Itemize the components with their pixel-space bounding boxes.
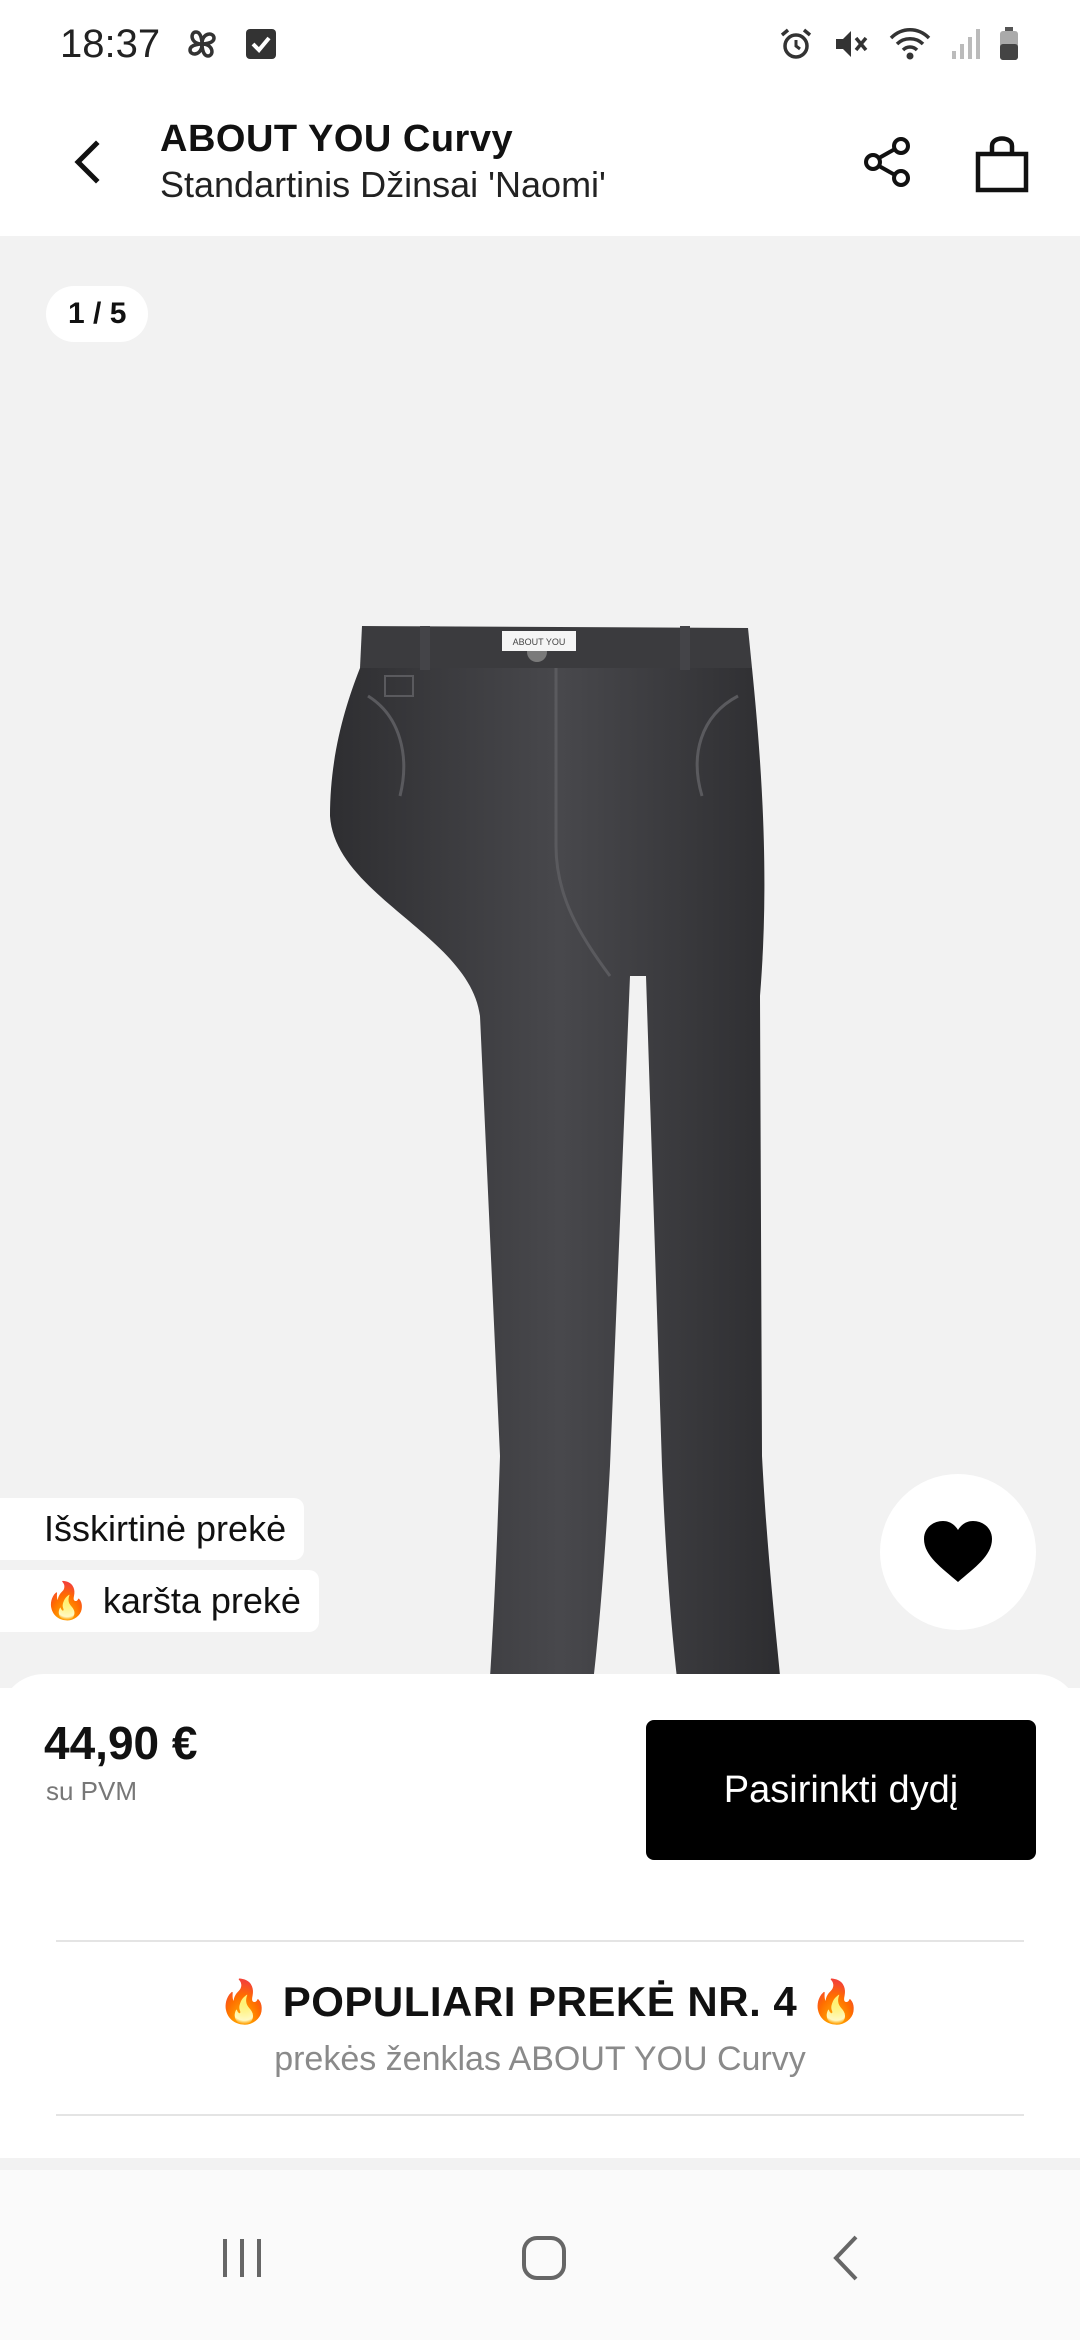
brand-link[interactable]: prekės ženklas ABOUT YOU Curvy <box>0 2040 1080 2079</box>
recents-button[interactable] <box>194 2210 290 2306</box>
status-time: 18:37 <box>60 21 161 66</box>
image-pager-badge: 1 / 5 <box>46 286 149 342</box>
product-label: ABOUT YOU <box>513 637 566 647</box>
status-bar: 18:37 <box>0 0 1080 88</box>
shopping-bag-button[interactable] <box>954 114 1050 210</box>
alarm-icon <box>778 26 814 62</box>
home-button[interactable] <box>496 2210 592 2306</box>
wishlist-button[interactable] <box>880 1474 1036 1630</box>
exclusive-item-tag: Išskirtinė prekė <box>0 1498 305 1560</box>
header-titles: ABOUT YOU Curvy Standartinis Džinsai 'Na… <box>160 116 840 208</box>
back-button[interactable] <box>40 114 136 210</box>
home-icon <box>522 2236 566 2280</box>
system-back-button[interactable] <box>798 2210 894 2306</box>
pinwheel-icon <box>182 24 222 64</box>
fire-icon: 🔥 <box>44 1580 89 1621</box>
vat-note: su PVM <box>46 1776 138 1806</box>
shopping-bag-icon <box>975 136 1029 193</box>
system-navigation-bar <box>0 2170 1080 2340</box>
hot-item-tag: 🔥 karšta prekė <box>0 1570 319 1632</box>
choose-size-button[interactable]: Pasirinkti dydį <box>646 1720 1036 1860</box>
share-icon <box>864 137 910 187</box>
divider <box>56 1940 1024 1942</box>
product-image-jeans[interactable]: ABOUT YOU <box>290 376 790 1816</box>
section-gap <box>0 2158 1080 2170</box>
mute-icon <box>832 26 870 62</box>
signal-icon <box>950 27 980 61</box>
back-arrow-icon <box>74 140 100 184</box>
battery-icon <box>998 26 1020 62</box>
wifi-icon <box>888 26 932 62</box>
product-image-gallery[interactable]: 1 / 5 ABOUT YOU Išskirtinė prekė 🔥 karšt… <box>0 236 1080 1814</box>
app-header: ABOUT YOU Curvy Standartinis Džinsai 'Na… <box>0 88 1080 236</box>
divider <box>56 2114 1024 2116</box>
back-icon <box>833 2235 858 2281</box>
price: 44,90 € <box>44 1717 198 1769</box>
heart-icon <box>924 1521 992 1582</box>
purchase-card: 44,90 € su PVM Pasirinkti dydį <box>0 1674 1080 1974</box>
hot-item-label: karšta prekė <box>102 1580 301 1621</box>
share-button[interactable] <box>840 114 936 210</box>
brand-title[interactable]: ABOUT YOU Curvy <box>160 116 840 162</box>
popularity-title: 🔥 POPULIARI PREKĖ NR. 4 🔥 <box>217 1978 863 2025</box>
checkbox-icon <box>244 27 278 61</box>
recents-icon <box>223 2239 261 2277</box>
product-title: Standartinis Džinsai 'Naomi' <box>160 164 606 205</box>
